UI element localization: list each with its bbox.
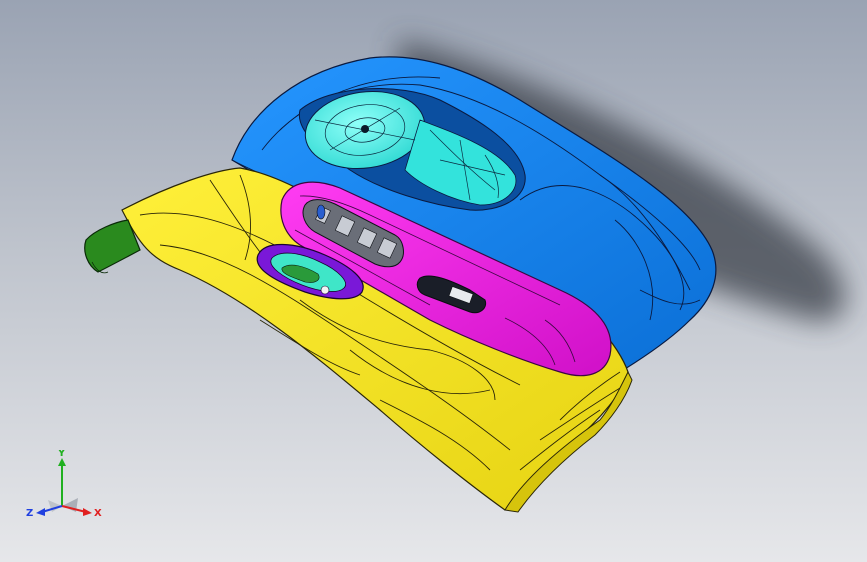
door-trim-model[interactable] — [0, 0, 867, 562]
handle-screw-icon — [320, 285, 330, 295]
y-axis-label: Y — [57, 450, 66, 459]
z-axis-arrow-icon — [36, 508, 45, 516]
speaker-center — [361, 125, 369, 133]
z-axis-label: Z — [26, 508, 33, 519]
cad-viewport[interactable]: Y X Z — [0, 0, 867, 562]
lock-button[interactable] — [316, 204, 326, 220]
x-axis-label: X — [94, 508, 102, 519]
y-axis-arrow-icon — [58, 458, 66, 466]
x-axis-arrow-icon — [83, 508, 92, 516]
end-clip[interactable] — [84, 219, 141, 274]
coordinate-triad[interactable]: Y X Z — [26, 450, 106, 522]
